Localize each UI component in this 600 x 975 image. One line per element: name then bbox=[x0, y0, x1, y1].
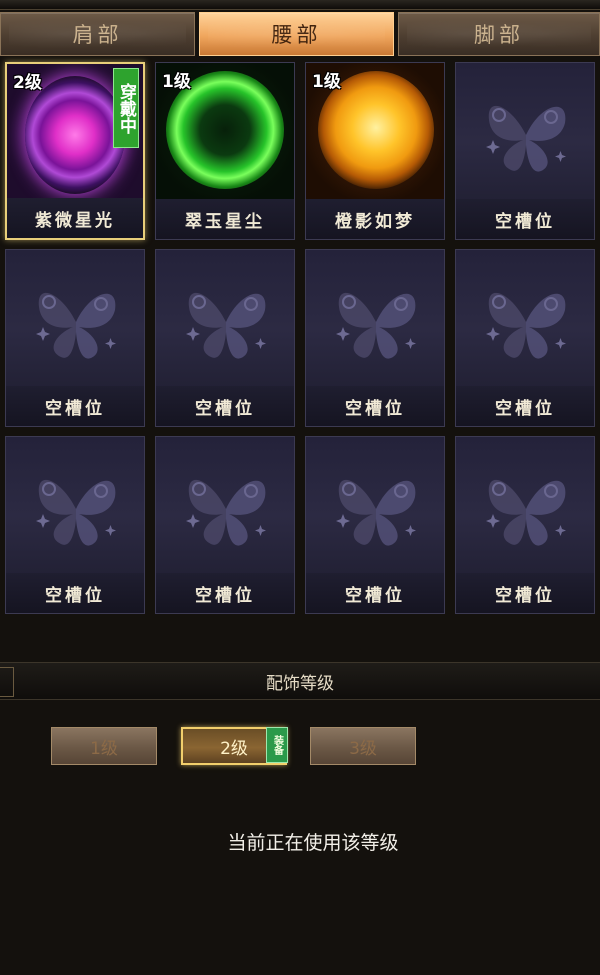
empty-slot-art bbox=[306, 250, 444, 386]
slot-name-label: 空槽位 bbox=[306, 386, 444, 426]
empty-slot[interactable]: 空槽位 bbox=[155, 436, 295, 614]
tab-shoulder[interactable]: 肩部 bbox=[0, 12, 195, 56]
equipped-badge: 装备 bbox=[266, 727, 288, 763]
tab-foot[interactable]: 脚部 bbox=[398, 12, 600, 56]
accessory-slot-2[interactable]: 1级翠玉星尘 bbox=[155, 62, 295, 240]
level-1-button[interactable]: 1级 bbox=[51, 727, 157, 765]
header-edge-ornament bbox=[0, 667, 14, 697]
tab-shoulder-label: 肩部 bbox=[72, 23, 123, 47]
slot-name-label: 空槽位 bbox=[456, 199, 594, 239]
slot-name-label: 空槽位 bbox=[456, 386, 594, 426]
empty-slot-art bbox=[456, 63, 594, 199]
butterfly-placeholder-icon bbox=[31, 272, 121, 367]
tab-bar: 肩部 腰部 脚部 bbox=[0, 12, 600, 56]
accessory-slot-3[interactable]: 1级橙影如梦 bbox=[305, 62, 445, 240]
empty-slot-art bbox=[306, 437, 444, 573]
top-border bbox=[0, 0, 600, 10]
accessory-slot-1[interactable]: 2级 穿戴中紫微星光 bbox=[5, 62, 145, 240]
accessory-level-title: 配饰等级 bbox=[266, 673, 334, 694]
slot-name-label: 紫微星光 bbox=[7, 198, 143, 238]
wearing-badge: 穿戴中 bbox=[113, 68, 139, 148]
empty-slot-art bbox=[6, 250, 144, 386]
slot-level-label: 1级 bbox=[162, 72, 191, 92]
slot-name-label: 空槽位 bbox=[156, 573, 294, 613]
purple-orb-icon bbox=[25, 76, 125, 194]
slot-level-label: 1级 bbox=[312, 72, 341, 92]
empty-slot-art bbox=[156, 437, 294, 573]
slot-name-label: 空槽位 bbox=[456, 573, 594, 613]
butterfly-placeholder-icon bbox=[181, 272, 271, 367]
empty-slot-art bbox=[456, 250, 594, 386]
empty-slot[interactable]: 空槽位 bbox=[455, 249, 595, 427]
slot-name-label: 空槽位 bbox=[306, 573, 444, 613]
slot-name-label: 空槽位 bbox=[6, 573, 144, 613]
butterfly-placeholder-icon bbox=[481, 85, 571, 180]
level-2-label: 2级 bbox=[220, 738, 248, 759]
empty-slot[interactable]: 空槽位 bbox=[5, 436, 145, 614]
level-1-label: 1级 bbox=[90, 738, 118, 759]
tab-waist[interactable]: 腰部 bbox=[199, 12, 394, 56]
empty-slot[interactable]: 空槽位 bbox=[5, 249, 145, 427]
butterfly-placeholder-icon bbox=[481, 272, 571, 367]
empty-slot-art bbox=[456, 437, 594, 573]
empty-slot[interactable]: 空槽位 bbox=[305, 249, 445, 427]
empty-slot-art bbox=[6, 437, 144, 573]
butterfly-placeholder-icon bbox=[481, 459, 571, 554]
empty-slot[interactable]: 空槽位 bbox=[155, 249, 295, 427]
slot-name-label: 翠玉星尘 bbox=[156, 199, 294, 239]
butterfly-placeholder-icon bbox=[331, 459, 421, 554]
level-3-label: 3级 bbox=[349, 738, 377, 759]
empty-slot[interactable]: 空槽位 bbox=[305, 436, 445, 614]
empty-slot-art bbox=[156, 250, 294, 386]
butterfly-placeholder-icon bbox=[31, 459, 121, 554]
level-3-button[interactable]: 3级 bbox=[310, 727, 416, 765]
slot-name-label: 橙影如梦 bbox=[306, 199, 444, 239]
slot-name-label: 空槽位 bbox=[156, 386, 294, 426]
tab-waist-label: 腰部 bbox=[271, 23, 322, 47]
accessory-level-header: 配饰等级 bbox=[0, 662, 600, 700]
slot-level-label: 2级 bbox=[13, 73, 42, 93]
slot-name-label: 空槽位 bbox=[6, 386, 144, 426]
butterfly-placeholder-icon bbox=[331, 272, 421, 367]
level-status-text: 当前正在使用该等级 bbox=[227, 832, 399, 854]
tab-foot-label: 脚部 bbox=[474, 23, 524, 47]
empty-slot[interactable]: 空槽位 bbox=[455, 62, 595, 240]
empty-slot[interactable]: 空槽位 bbox=[455, 436, 595, 614]
butterfly-placeholder-icon bbox=[181, 459, 271, 554]
